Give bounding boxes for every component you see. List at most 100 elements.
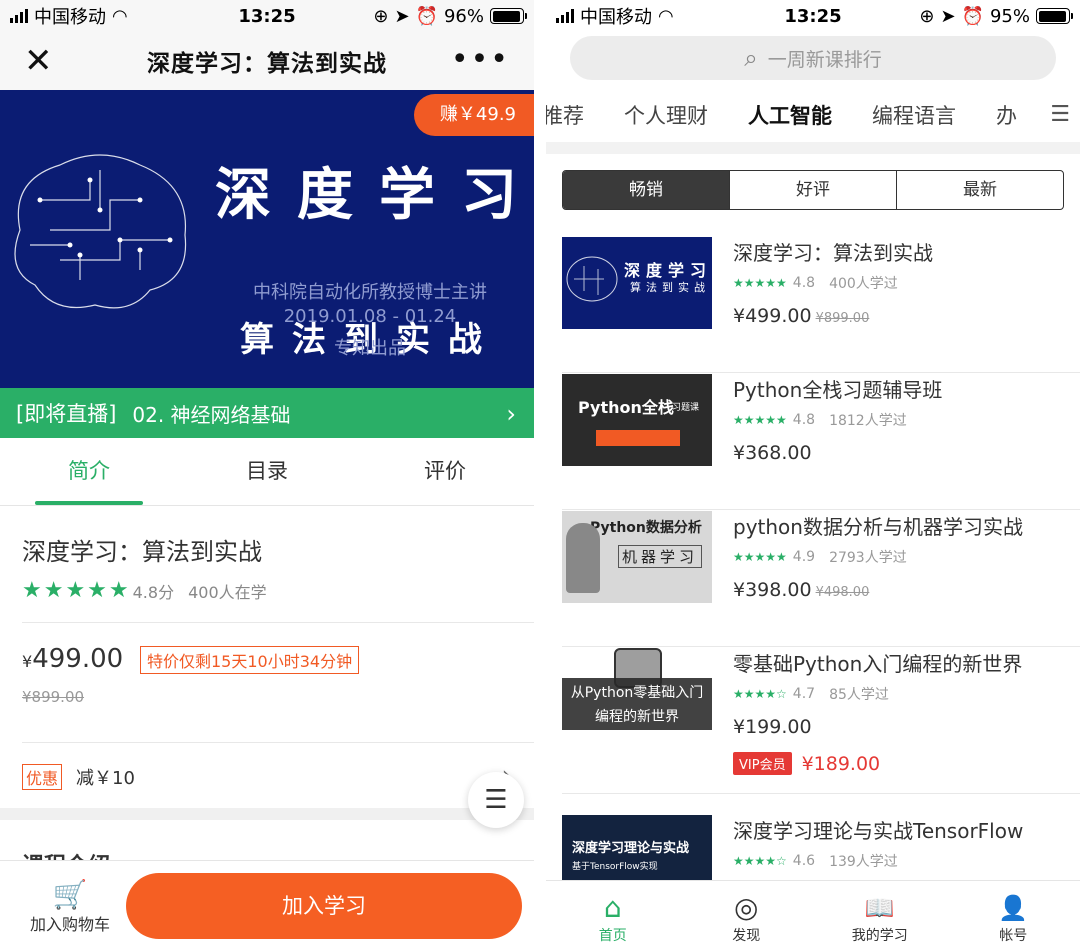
original-price: ¥899.00	[815, 311, 870, 326]
tab-office[interactable]: 办	[976, 100, 1037, 130]
thumb-title: Python全栈	[578, 398, 674, 417]
course-score: 4.8	[792, 275, 816, 291]
course-rating: ★★★★★ 4.8分 400人在学	[22, 578, 267, 603]
status-time: 13:25	[238, 5, 296, 27]
course-price: ¥499.00 ¥899.00	[733, 305, 869, 327]
course-name: Python全栈习题辅导班	[733, 378, 943, 402]
bottom-tab-bar: ⌂ 首页 ◎ 发现 📖 我的学习 👤 帐号	[546, 880, 1080, 950]
course-item[interactable]: Python数据分析 机器学习 python数据分析与机器学习实战 ★★★★★ …	[562, 511, 1080, 647]
course-thumbnail: Python全栈 习题课	[562, 374, 712, 466]
earn-badge[interactable]: 赚￥49.9	[413, 94, 534, 136]
live-notice[interactable]: [即将直播] 02. 神经网络基础 ›	[0, 388, 534, 438]
lock-icon: ⊕	[373, 5, 389, 27]
thumb-subtitle: 算法到实战	[630, 281, 710, 294]
portrait-image	[566, 523, 600, 593]
tab-discover[interactable]: ◎ 发现	[680, 881, 814, 950]
status-bar: 中国移动 ◠ 13:25 ⊕ ➤ ⏰ 95%	[546, 0, 1080, 32]
course-score: 4.8	[792, 412, 816, 428]
search-placeholder: 一周新课排行	[767, 48, 882, 71]
course-item[interactable]: 从Python零基础入门 编程的新世界 零基础Python入门编程的新世界 ★★…	[562, 648, 1080, 794]
price-value: ¥368.00	[733, 442, 812, 464]
thumb-subtitle: 习题课	[672, 403, 700, 413]
brain-circuit-image	[566, 256, 618, 302]
sort-segment: 畅销 好评 最新	[562, 170, 1064, 210]
left-screen: 中国移动 ◠ 13:25 ⊕ ➤ ⏰ 96% ✕ 深度学习：算法到实战 •••	[0, 0, 534, 950]
tab-account[interactable]: 👤 帐号	[947, 881, 1080, 950]
tab-label: 我的学习	[851, 928, 908, 944]
screen-divider	[534, 0, 546, 950]
course-info: 深度学习：算法到实战 ★★★★★ 4.8分 400人在学 ¥499.00 特价仅…	[0, 506, 534, 808]
banner-line2: 2019.01.08 - 01.24	[283, 306, 457, 327]
course-banner: 赚￥49.9 深度学习 算法到实战 中科院自动化所教授博士主讲 2019.01.…	[0, 90, 534, 388]
course-name: 零基础Python入门编程的新世界	[733, 652, 1023, 676]
chevron-right-icon: ›	[506, 400, 516, 428]
bottom-action-bar: 🛒 加入购物车 加入学习	[0, 860, 534, 950]
price-value: ¥499.00	[733, 305, 812, 327]
wifi-icon: ◠	[112, 5, 128, 27]
join-study-button[interactable]: 加入学习	[126, 873, 522, 939]
price-value: ¥398.00	[733, 579, 812, 601]
alarm-icon: ⏰	[961, 5, 984, 27]
tab-intro[interactable]: 简介	[0, 438, 178, 505]
tab-label: 发现	[732, 928, 761, 944]
price-value: ¥199.00	[733, 716, 812, 738]
live-text: 02. 神经网络基础	[132, 402, 291, 427]
course-price: ¥199.00	[733, 716, 812, 738]
search-input[interactable]: ⌕ 一周新课排行	[570, 36, 1056, 80]
brain-circuit-image	[14, 154, 187, 309]
course-score: 4.6	[792, 853, 816, 869]
original-price: ¥899.00	[22, 688, 85, 706]
tab-recommend[interactable]: 推荐	[546, 100, 604, 130]
thumb-ribbon	[596, 430, 680, 446]
tab-programming[interactable]: 编程语言	[852, 100, 976, 130]
coupon-row[interactable]: 优惠 减￥10	[22, 764, 135, 790]
coupon-badge: 优惠	[22, 764, 63, 790]
banner-title: 深度学习	[215, 163, 534, 228]
tab-finance[interactable]: 个人理财	[604, 100, 728, 130]
course-item[interactable]: Python全栈 习题课 Python全栈习题辅导班 ★★★★★ 4.8 181…	[562, 374, 1080, 510]
sort-rated[interactable]: 好评	[729, 171, 896, 209]
course-meta: ★★★★☆ 4.7 85人学过	[733, 684, 889, 704]
search-icon: ⌕	[744, 44, 758, 72]
original-price: ¥498.00	[815, 585, 870, 600]
category-tabs: 推荐 个人理财 人工智能 编程语言 办 ☰	[546, 88, 1080, 142]
tab-my-learning[interactable]: 📖 我的学习	[813, 881, 947, 950]
location-icon: ➤	[394, 5, 410, 27]
currency-symbol: ¥	[22, 652, 33, 671]
star-icons: ★★★★★	[22, 578, 131, 603]
course-learners: 2793人学过	[829, 550, 907, 566]
tab-reviews[interactable]: 评价	[356, 438, 534, 505]
divider	[22, 622, 534, 623]
menu-icon[interactable]: ☰	[1044, 102, 1070, 127]
course-meta: ★★★★☆ 4.6 139人学过	[733, 851, 898, 871]
signal-icon	[10, 9, 28, 23]
carrier-label: 中国移动	[580, 7, 652, 28]
page-title: 深度学习：算法到实战	[147, 51, 387, 77]
thumb-title: Python数据分析	[590, 520, 702, 536]
nav-bar: ✕ 深度学习：算法到实战 •••	[0, 32, 534, 90]
vip-price-row: VIP会员 ¥189.00	[733, 752, 880, 775]
course-name: 深度学习：算法到实战	[733, 241, 933, 265]
more-icon[interactable]: •••	[451, 42, 510, 77]
course-score: 4.7	[792, 686, 816, 702]
course-price: ¥398.00 ¥498.00	[733, 579, 869, 601]
sort-bestseller[interactable]: 畅销	[563, 171, 729, 209]
thumb-subtitle: 编程的新世界	[595, 709, 679, 725]
course-item[interactable]: 深度学习 算法到实战 深度学习：算法到实战 ★★★★★ 4.8 400人学过 ¥…	[562, 237, 1080, 373]
list-menu-icon[interactable]: ☰	[468, 772, 524, 828]
tab-ai[interactable]: 人工智能	[728, 100, 852, 130]
add-to-cart-button[interactable]: 🛒 加入购物车	[20, 879, 120, 935]
status-bar: 中国移动 ◠ 13:25 ⊕ ➤ ⏰ 96%	[0, 0, 534, 32]
tab-home[interactable]: ⌂ 首页	[546, 881, 680, 950]
coupon-text: 减￥10	[76, 768, 135, 789]
book-icon: 📖	[864, 894, 895, 922]
star-icons: ★★★★☆	[733, 687, 787, 701]
tab-catalog[interactable]: 目录	[178, 438, 356, 505]
thumb-subtitle: 机器学习	[618, 545, 703, 568]
course-thumbnail: 深度学习 算法到实战	[562, 237, 712, 329]
status-time: 13:25	[784, 5, 842, 27]
star-icons: ★★★★★	[733, 413, 787, 427]
star-icons: ★★★★★	[733, 276, 787, 290]
sort-newest[interactable]: 最新	[896, 171, 1063, 209]
close-icon[interactable]: ✕	[24, 44, 53, 78]
